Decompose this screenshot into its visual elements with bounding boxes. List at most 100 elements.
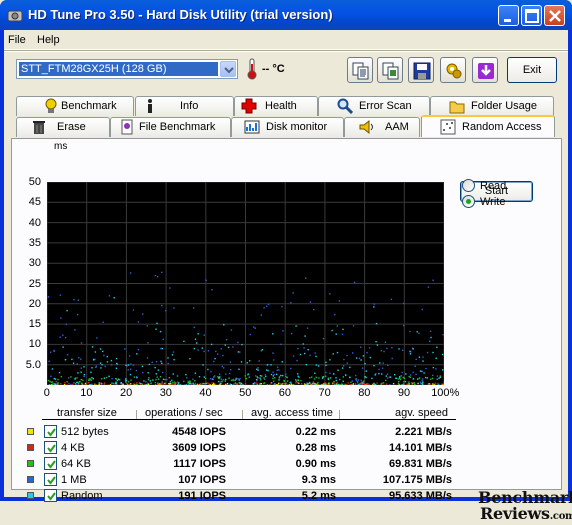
copy-screen-button[interactable] [377,57,403,83]
exit-button[interactable]: Exit [507,57,557,83]
minimize-button[interactable] [498,5,519,26]
data-point [57,382,58,383]
data-point [99,384,100,385]
data-point [382,385,383,386]
data-point [167,357,168,358]
update-button[interactable] [472,57,498,83]
row-checkbox[interactable] [44,473,57,486]
tab-disk-monitor[interactable]: Disk monitor [231,117,344,137]
chevron-down-icon[interactable] [220,61,236,77]
data-point [437,379,438,380]
tab-aam[interactable]: AAM [344,117,420,137]
row-checkbox[interactable] [44,489,57,502]
file-benchmark-icon [119,119,135,135]
menu-help[interactable]: Help [37,34,60,46]
data-point [177,384,178,385]
data-point [332,383,333,384]
options-button[interactable] [440,57,466,83]
menu-file[interactable]: File [8,34,26,46]
row-access: 9.3 ms [274,474,336,486]
data-point [415,366,416,367]
data-point [343,359,344,360]
data-point [328,378,329,379]
data-point [403,325,404,326]
data-point [102,351,103,352]
data-point [239,379,240,380]
data-point [277,370,278,371]
data-point [396,378,397,379]
title-bar[interactable]: HD Tune Pro 3.50 - Hard Disk Utility (tr… [0,0,572,30]
drive-select[interactable]: STT_FTM28GX25H (128 GB) [16,59,238,79]
data-point [218,381,219,382]
close-button[interactable] [544,5,565,26]
x-tick-label: 30 [160,387,172,399]
data-point [147,383,148,384]
data-point [421,380,422,381]
data-point [326,384,327,385]
data-point [142,372,143,373]
copy-text-button[interactable] [347,57,373,83]
data-point [48,380,49,381]
data-point [409,351,410,352]
data-point [407,384,408,385]
data-point [245,383,246,384]
y-tick-label: 15 [21,318,41,330]
data-point [303,347,304,348]
data-point [94,384,95,385]
y-tick-label: 50 [21,176,41,188]
data-point [256,382,257,383]
data-point [51,384,52,385]
row-checkbox[interactable] [44,425,57,438]
data-point [221,348,222,349]
data-point [405,381,406,382]
data-point [360,347,361,348]
tab-random-access[interactable]: Random Access [421,115,555,137]
tab-folder-usage[interactable]: Folder Usage [430,96,554,116]
data-point [116,363,117,364]
random-access-icon [440,119,456,135]
data-point [324,382,325,383]
data-point [160,331,161,332]
table-header-line [42,419,456,420]
tab-file-benchmark[interactable]: File Benchmark [110,117,231,137]
data-point [195,373,196,374]
data-point [418,333,419,334]
data-point [353,325,354,326]
data-point [259,378,260,379]
tab-error-scan[interactable]: Error Scan [318,96,430,116]
data-point [172,383,173,384]
tab-erase[interactable]: Erase [16,117,110,137]
read-radio-label: Read [480,180,506,192]
data-point [185,374,186,375]
tab-health[interactable]: Health [234,96,318,116]
data-point [385,380,386,381]
data-point [100,363,101,364]
read-radio[interactable] [462,179,475,192]
row-checkbox[interactable] [44,441,57,454]
data-point [261,314,262,315]
data-point [161,305,162,306]
tab-info[interactable]: Info [135,96,234,116]
data-point [282,330,283,331]
data-point [334,384,335,385]
data-point [76,382,77,383]
data-point [295,379,296,380]
write-radio[interactable] [462,195,475,208]
data-point [72,384,73,385]
copy-text-icon [352,62,370,80]
data-point [214,375,215,376]
table-row: 1 MB 107 IOPS 9.3 ms 107.175 MB/s [4,471,464,487]
data-point [70,376,71,377]
data-point [293,292,294,293]
data-point [125,378,126,379]
data-point [119,379,120,380]
data-point [278,379,279,380]
row-checkbox[interactable] [44,457,57,470]
checkmark-icon [46,475,57,486]
tab-benchmark[interactable]: Benchmark [16,96,134,116]
save-button[interactable] [408,57,434,83]
maximize-button[interactable] [521,5,542,26]
data-point [222,366,223,367]
data-point [155,329,156,330]
data-point [318,385,319,386]
